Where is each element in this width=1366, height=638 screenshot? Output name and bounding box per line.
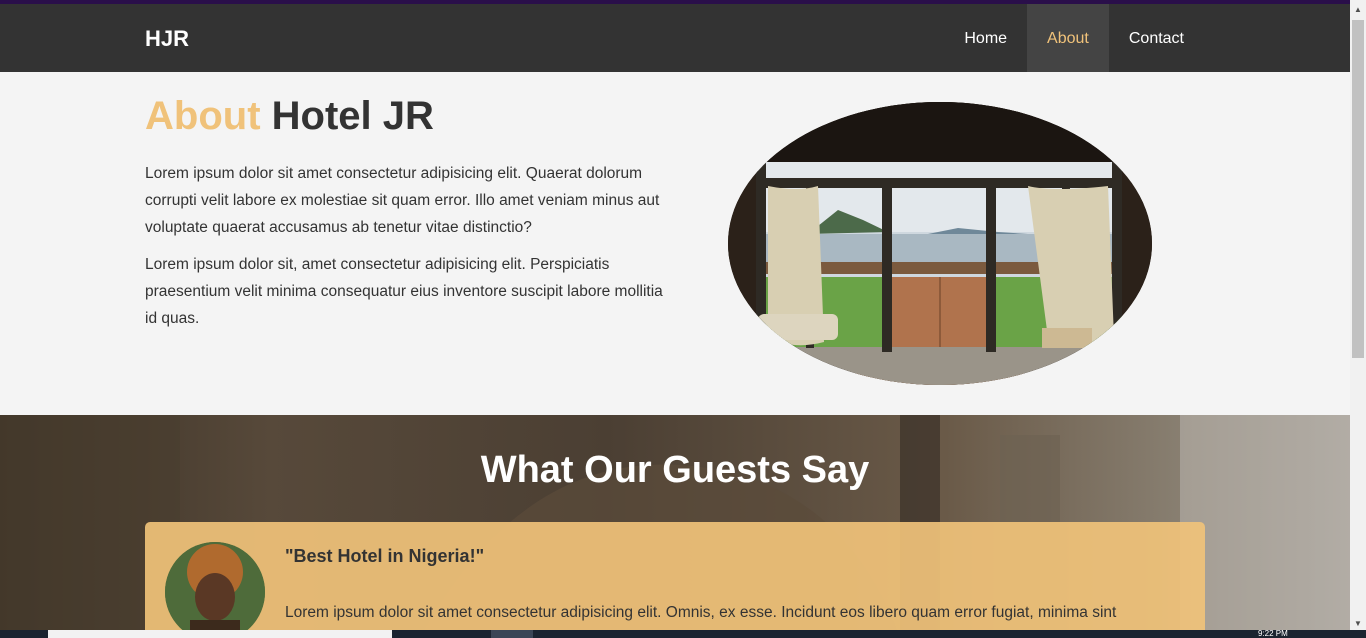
testimonial-card: "Best Hotel in Nigeria!" Lorem ipsum dol… — [145, 522, 1205, 638]
scrollbar-thumb[interactable] — [1352, 20, 1364, 358]
guest-avatar — [165, 542, 265, 638]
about-title-rest: Hotel JR — [271, 94, 434, 138]
about-title-accent: About — [145, 94, 261, 138]
about-text: Lorem ipsum dolor sit amet consectetur a… — [145, 160, 670, 342]
nav-contact-link[interactable]: Contact — [1109, 4, 1204, 72]
main-nav: Home About Contact — [944, 4, 1204, 72]
taskbar-clock: 9:22 PM — [1258, 630, 1288, 638]
about-section: About Hotel JR Lorem ipsum dolor sit ame… — [0, 72, 1350, 415]
about-paragraph-2: Lorem ipsum dolor sit, amet consectetur … — [145, 256, 663, 327]
testimonials-section: What Our Guests Say "Best Hotel in Niger… — [0, 415, 1350, 638]
taskbar-search-box[interactable] — [48, 630, 392, 638]
hotel-view-illustration — [728, 102, 1152, 385]
hotel-view-image — [728, 102, 1152, 385]
navbar: HJR Home About Contact — [0, 4, 1350, 72]
brand-logo[interactable]: HJR — [145, 4, 189, 72]
testimonials-title: What Our Guests Say — [480, 449, 870, 491]
testimonial-text: Lorem ipsum dolor sit amet consectetur a… — [285, 604, 1117, 621]
about-title: About Hotel JR — [145, 94, 434, 139]
about-paragraph-1: Lorem ipsum dolor sit amet consectetur a… — [145, 165, 660, 236]
nav-about-link[interactable]: About — [1027, 4, 1109, 72]
guest-portrait — [165, 542, 265, 638]
nav-home-link[interactable]: Home — [944, 4, 1027, 72]
scroll-up-arrow-icon[interactable]: ▲ — [1350, 2, 1366, 18]
taskbar-app-icon[interactable] — [491, 630, 533, 638]
page-scrollbar[interactable]: ▲ ▼ — [1350, 0, 1366, 638]
os-taskbar: 9:22 PM — [0, 630, 1366, 638]
testimonial-quote: "Best Hotel in Nigeria!" — [285, 546, 485, 566]
